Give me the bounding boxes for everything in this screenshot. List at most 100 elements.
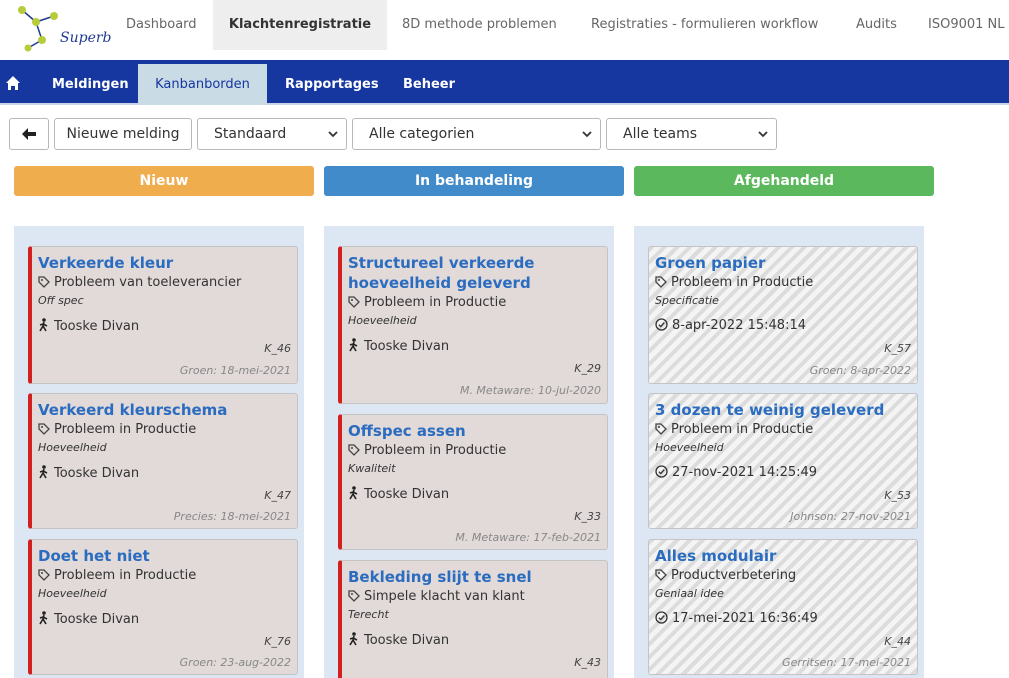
card-subcategory: Hoeveelheid [348,314,417,327]
card-category: Probleem in Productie [655,422,813,437]
tag-icon [38,423,50,435]
card-person: Tooske Divan [348,486,449,502]
card-footer: Gerritsen: 17-mei-2021 [782,656,911,669]
card-footer: Groen: 8-apr-2022 [809,364,911,377]
category-select[interactable]: Alle categorien [352,118,601,150]
card-title[interactable]: Verkeerd kleurschema [38,400,288,420]
card-title[interactable]: Doet het niet [38,546,288,566]
app-logo[interactable]: Superb [14,4,112,56]
card-person: Tooske Divan [38,465,139,481]
card-category: Probleem in Productie [348,443,506,458]
chevron-down-icon [582,131,592,138]
card-title[interactable]: Structureel verkeerde hoeveelheid geleve… [348,253,598,293]
view-select-value: Standaard [214,126,287,142]
card-subcategory: Geniaal idee [655,587,724,600]
card-title[interactable]: Bekleding slijt te snel [348,567,598,587]
kanban-card[interactable]: Verkeerde kleur Probleem van toeleveranc… [28,246,298,384]
nav-beheer[interactable]: Beheer [403,64,455,105]
column-in-behandeling: Structureel verkeerde hoeveelheid geleve… [324,226,614,678]
card-subcategory: Hoeveelheid [655,441,724,454]
card-person: Tooske Divan [348,632,449,648]
nav-kanbanborden[interactable]: Kanbanborden [138,64,267,105]
kanban-card[interactable]: Groen papier Probleem in Productie Speci… [648,246,918,384]
column-header-afgehandeld: Afgehandeld [634,166,934,196]
card-footer: Precies: 18-mei-2021 [173,510,291,523]
card-id: K_76 [264,635,291,648]
top-tab-audits[interactable]: Audits [856,0,897,50]
card-subcategory: Terecht [348,608,389,621]
top-tab-klachtenregistratie[interactable]: Klachtenregistratie [213,0,387,50]
card-title[interactable]: 3 dozen te weinig geleverd [655,400,905,420]
tag-icon [348,590,360,602]
card-id: K_47 [264,489,291,502]
kanban-card[interactable]: Alles modulair Productverbetering Geniaa… [648,539,918,675]
kanban-card[interactable]: Doet het niet Probleem in Productie Hoev… [28,539,298,675]
card-id: K_53 [884,489,911,502]
card-title[interactable]: Offspec assen [348,421,598,441]
card-completed-date: 8-apr-2022 15:48:14 [655,318,806,333]
card-title[interactable]: Verkeerde kleur [38,253,288,273]
check-circle-icon [655,318,668,331]
top-tab-iso9001[interactable]: ISO9001 NL [928,0,1005,50]
team-select[interactable]: Alle teams [606,118,777,150]
walking-person-icon [39,465,48,479]
sub-navigation: Meldingen Kanbanborden Rapportages Behee… [0,60,1009,105]
top-tab-8d-methode[interactable]: 8D methode problemen [402,0,557,50]
tag-icon [348,444,360,456]
card-title[interactable]: Alles modulair [655,546,905,566]
card-subcategory: Specificatie [655,294,719,307]
view-select[interactable]: Standaard [197,118,347,150]
column-header-nieuw: Nieuw [14,166,314,196]
tag-icon [38,276,50,288]
tag-icon [38,569,50,581]
top-tab-registraties[interactable]: Registraties - formulieren workflow [591,0,818,50]
card-footer: M. Metaware: 17-feb-2021 [455,531,601,544]
kanban-card[interactable]: Structureel verkeerde hoeveelheid geleve… [338,246,608,404]
tag-icon [655,276,667,288]
card-subcategory: Hoeveelheid [38,441,107,454]
team-select-value: Alle teams [623,126,698,142]
kanban-card[interactable]: Offspec assen Probleem in Productie Kwal… [338,414,608,550]
new-report-button[interactable]: Nieuwe melding [54,118,192,150]
kanban-card[interactable]: 3 dozen te weinig geleverd Probleem in P… [648,393,918,529]
home-button[interactable] [0,60,26,105]
card-completed-date: 27-nov-2021 14:25:49 [655,465,817,480]
card-category: Probleem in Productie [38,422,196,437]
card-category: Probleem in Productie [38,568,196,583]
card-id: K_57 [884,342,911,355]
card-person: Tooske Divan [38,611,139,627]
card-id: K_46 [264,342,291,355]
check-circle-icon [655,465,668,478]
card-person: Tooske Divan [38,318,139,334]
chevron-down-icon [758,131,768,138]
kanban-card[interactable]: Bekleding slijt te snel Simpele klacht v… [338,560,608,678]
card-category: Probleem in Productie [348,295,506,310]
card-footer: Groen: 23-aug-2022 [179,656,291,669]
top-tab-dashboard[interactable]: Dashboard [126,0,197,50]
kanban-card[interactable]: Verkeerd kleurschema Probleem in Product… [28,393,298,529]
card-title[interactable]: Groen papier [655,253,905,273]
card-footer: Johnson: 27-nov-2021 [790,510,911,523]
tag-icon [655,423,667,435]
chevron-down-icon [328,131,338,138]
card-completed-date: 17-mei-2021 16:36:49 [655,611,818,626]
back-button[interactable] [9,118,49,150]
column-afgehandeld: Groen papier Probleem in Productie Speci… [634,226,924,678]
card-subcategory: Hoeveelheid [38,587,107,600]
card-subcategory: Kwaliteit [348,462,396,475]
category-select-value: Alle categorien [369,126,475,142]
check-circle-icon [655,611,668,624]
card-person: Tooske Divan [348,338,449,354]
card-id: K_43 [574,656,601,669]
card-category: Productverbetering [655,568,796,583]
top-navigation: Superb Dashboard Klachtenregistratie 8D … [0,0,1009,60]
column-header-in-behandeling: In behandeling [324,166,624,196]
card-footer: Groen: 18-mei-2021 [179,364,291,377]
walking-person-icon [39,611,48,625]
column-nieuw: Verkeerde kleur Probleem van toeleveranc… [14,226,304,678]
card-id: K_44 [884,635,911,648]
nav-meldingen[interactable]: Meldingen [52,64,129,105]
nav-rapportages[interactable]: Rapportages [285,64,379,105]
card-category: Probleem van toeleverancier [38,275,241,290]
walking-person-icon [349,486,358,500]
